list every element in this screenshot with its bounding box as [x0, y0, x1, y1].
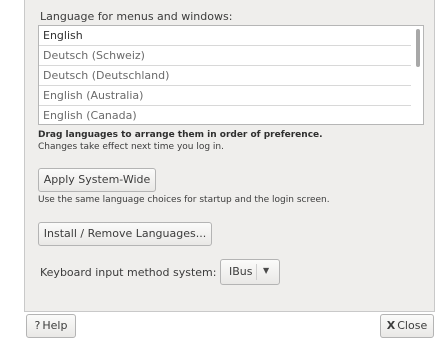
- window-border-right: [434, 0, 435, 312]
- language-list-item[interactable]: English: [39, 26, 411, 46]
- language-list-item[interactable]: English (Canada): [39, 106, 411, 124]
- close-label: Close: [397, 319, 428, 332]
- help-icon: ?: [34, 319, 41, 332]
- scrollbar-thumb[interactable]: [416, 29, 420, 67]
- input-method-value: IBus: [229, 265, 253, 278]
- install-remove-languages-button[interactable]: Install / Remove Languages...: [38, 222, 212, 246]
- drag-hint: Drag languages to arrange them in order …: [38, 130, 323, 140]
- language-list-item[interactable]: Deutsch (Deutschland): [39, 66, 411, 86]
- apply-system-wide-button[interactable]: Apply System-Wide: [38, 168, 156, 192]
- close-button[interactable]: X Close: [380, 314, 434, 338]
- window-border-bottom: [24, 311, 435, 312]
- language-list-scrollbar[interactable]: [414, 27, 422, 123]
- input-method-label: Keyboard input method system:: [40, 266, 217, 279]
- chevron-down-icon: ▼: [263, 266, 270, 275]
- help-label: Help: [42, 319, 68, 332]
- close-icon: X: [386, 319, 396, 332]
- select-separator: [256, 264, 257, 280]
- language-list-item[interactable]: Deutsch (Schweiz): [39, 46, 411, 66]
- languages-header: Language for menus and windows:: [40, 10, 233, 23]
- language-list-item[interactable]: English (Australia): [39, 86, 411, 106]
- changes-note: Changes take effect next time you log in…: [38, 142, 224, 152]
- input-method-select[interactable]: IBus ▼: [220, 259, 280, 285]
- startup-note: Use the same language choices for startu…: [38, 195, 330, 205]
- language-list[interactable]: English Deutsch (Schweiz) Deutsch (Deuts…: [38, 25, 424, 125]
- help-button[interactable]: ? Help: [26, 314, 76, 338]
